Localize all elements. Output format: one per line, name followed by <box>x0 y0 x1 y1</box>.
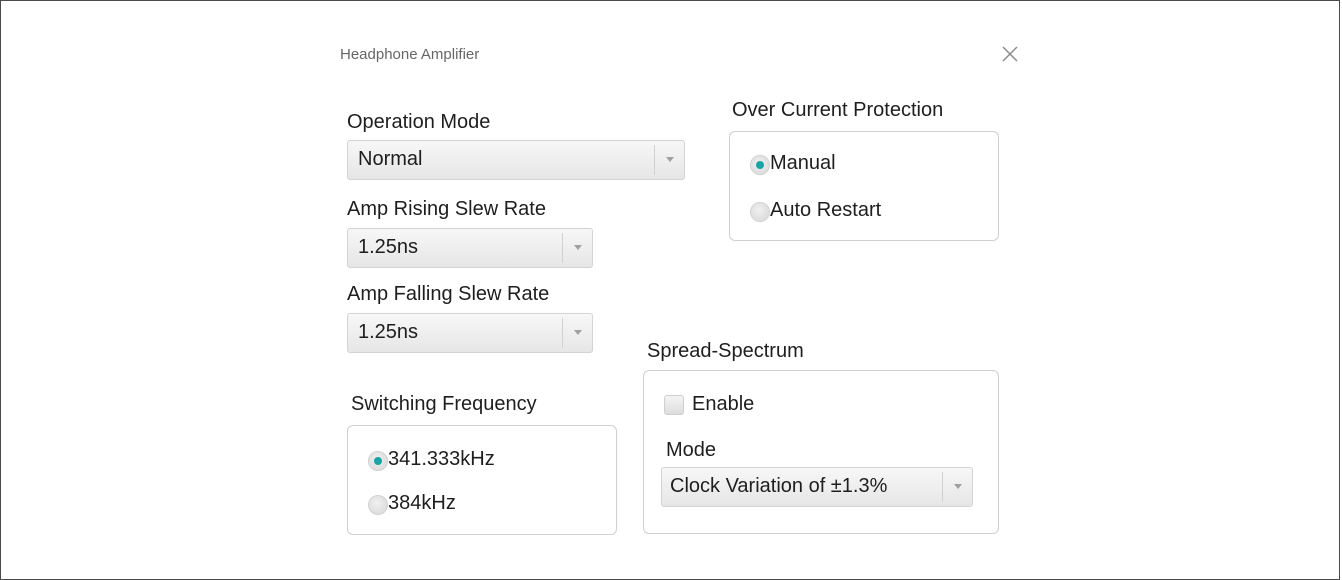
over-current-option-manual[interactable]: Manual <box>750 152 950 182</box>
operation-mode-value: Normal <box>358 148 423 170</box>
chevron-down-icon <box>574 245 582 250</box>
radio-button-unchecked[interactable] <box>368 495 388 515</box>
spread-spectrum-mode-dropdown-button[interactable] <box>942 472 972 502</box>
over-current-option-label: Auto Restart <box>770 199 882 221</box>
spread-spectrum-mode-select[interactable]: Clock Variation of ±1.3% <box>661 467 973 507</box>
amp-rising-dropdown-button[interactable] <box>562 233 592 263</box>
switching-frequency-option-384khz[interactable]: 384kHz <box>368 492 568 522</box>
amp-falling-slew-rate-label: Amp Falling Slew Rate <box>347 283 550 305</box>
operation-mode-select[interactable]: Normal <box>347 140 685 180</box>
amp-falling-slew-rate-select[interactable]: 1.25ns <box>347 313 593 353</box>
enable-label: Enable <box>692 393 755 415</box>
amp-rising-slew-rate-select[interactable]: 1.25ns <box>347 228 593 268</box>
spread-spectrum-group: Enable Mode Clock Variation of ±1.3% <box>643 370 999 534</box>
amp-falling-slew-rate-value: 1.25ns <box>358 321 419 343</box>
radio-button-unchecked[interactable] <box>750 202 770 222</box>
switching-frequency-group: 341.333kHz 384kHz <box>347 425 617 535</box>
amp-falling-dropdown-button[interactable] <box>562 318 592 348</box>
operation-mode-label: Operation Mode <box>347 111 491 133</box>
spread-spectrum-mode-value: Clock Variation of ±1.3% <box>670 475 888 497</box>
radio-dot-icon <box>374 457 382 465</box>
spread-spectrum-enable-checkbox-row[interactable]: Enable <box>664 393 864 423</box>
switching-frequency-option-label: 384kHz <box>388 492 456 514</box>
over-current-protection-label: Over Current Protection <box>732 99 944 121</box>
over-current-option-label: Manual <box>770 152 836 174</box>
chevron-down-icon <box>666 157 674 162</box>
radio-button-checked[interactable] <box>368 451 388 471</box>
switching-frequency-option-341333khz[interactable]: 341.333kHz <box>368 448 568 478</box>
radio-button-checked[interactable] <box>750 155 770 175</box>
operation-mode-dropdown-button[interactable] <box>654 145 684 175</box>
spread-spectrum-label: Spread-Spectrum <box>647 340 804 362</box>
chevron-down-icon <box>954 484 962 489</box>
switching-frequency-option-label: 341.333kHz <box>388 448 495 470</box>
amp-rising-slew-rate-value: 1.25ns <box>358 236 419 258</box>
chevron-down-icon <box>574 330 582 335</box>
close-icon <box>1002 46 1018 62</box>
spread-spectrum-mode-label: Mode <box>666 439 717 461</box>
close-button[interactable] <box>998 42 1022 66</box>
switching-frequency-label: Switching Frequency <box>351 393 537 415</box>
over-current-option-auto-restart[interactable]: Auto Restart <box>750 199 950 229</box>
dialog-title: Headphone Amplifier <box>340 46 480 63</box>
over-current-protection-group: Manual Auto Restart <box>729 131 999 241</box>
enable-checkbox[interactable] <box>664 395 684 415</box>
radio-dot-icon <box>756 161 764 169</box>
amp-rising-slew-rate-label: Amp Rising Slew Rate <box>347 198 546 220</box>
